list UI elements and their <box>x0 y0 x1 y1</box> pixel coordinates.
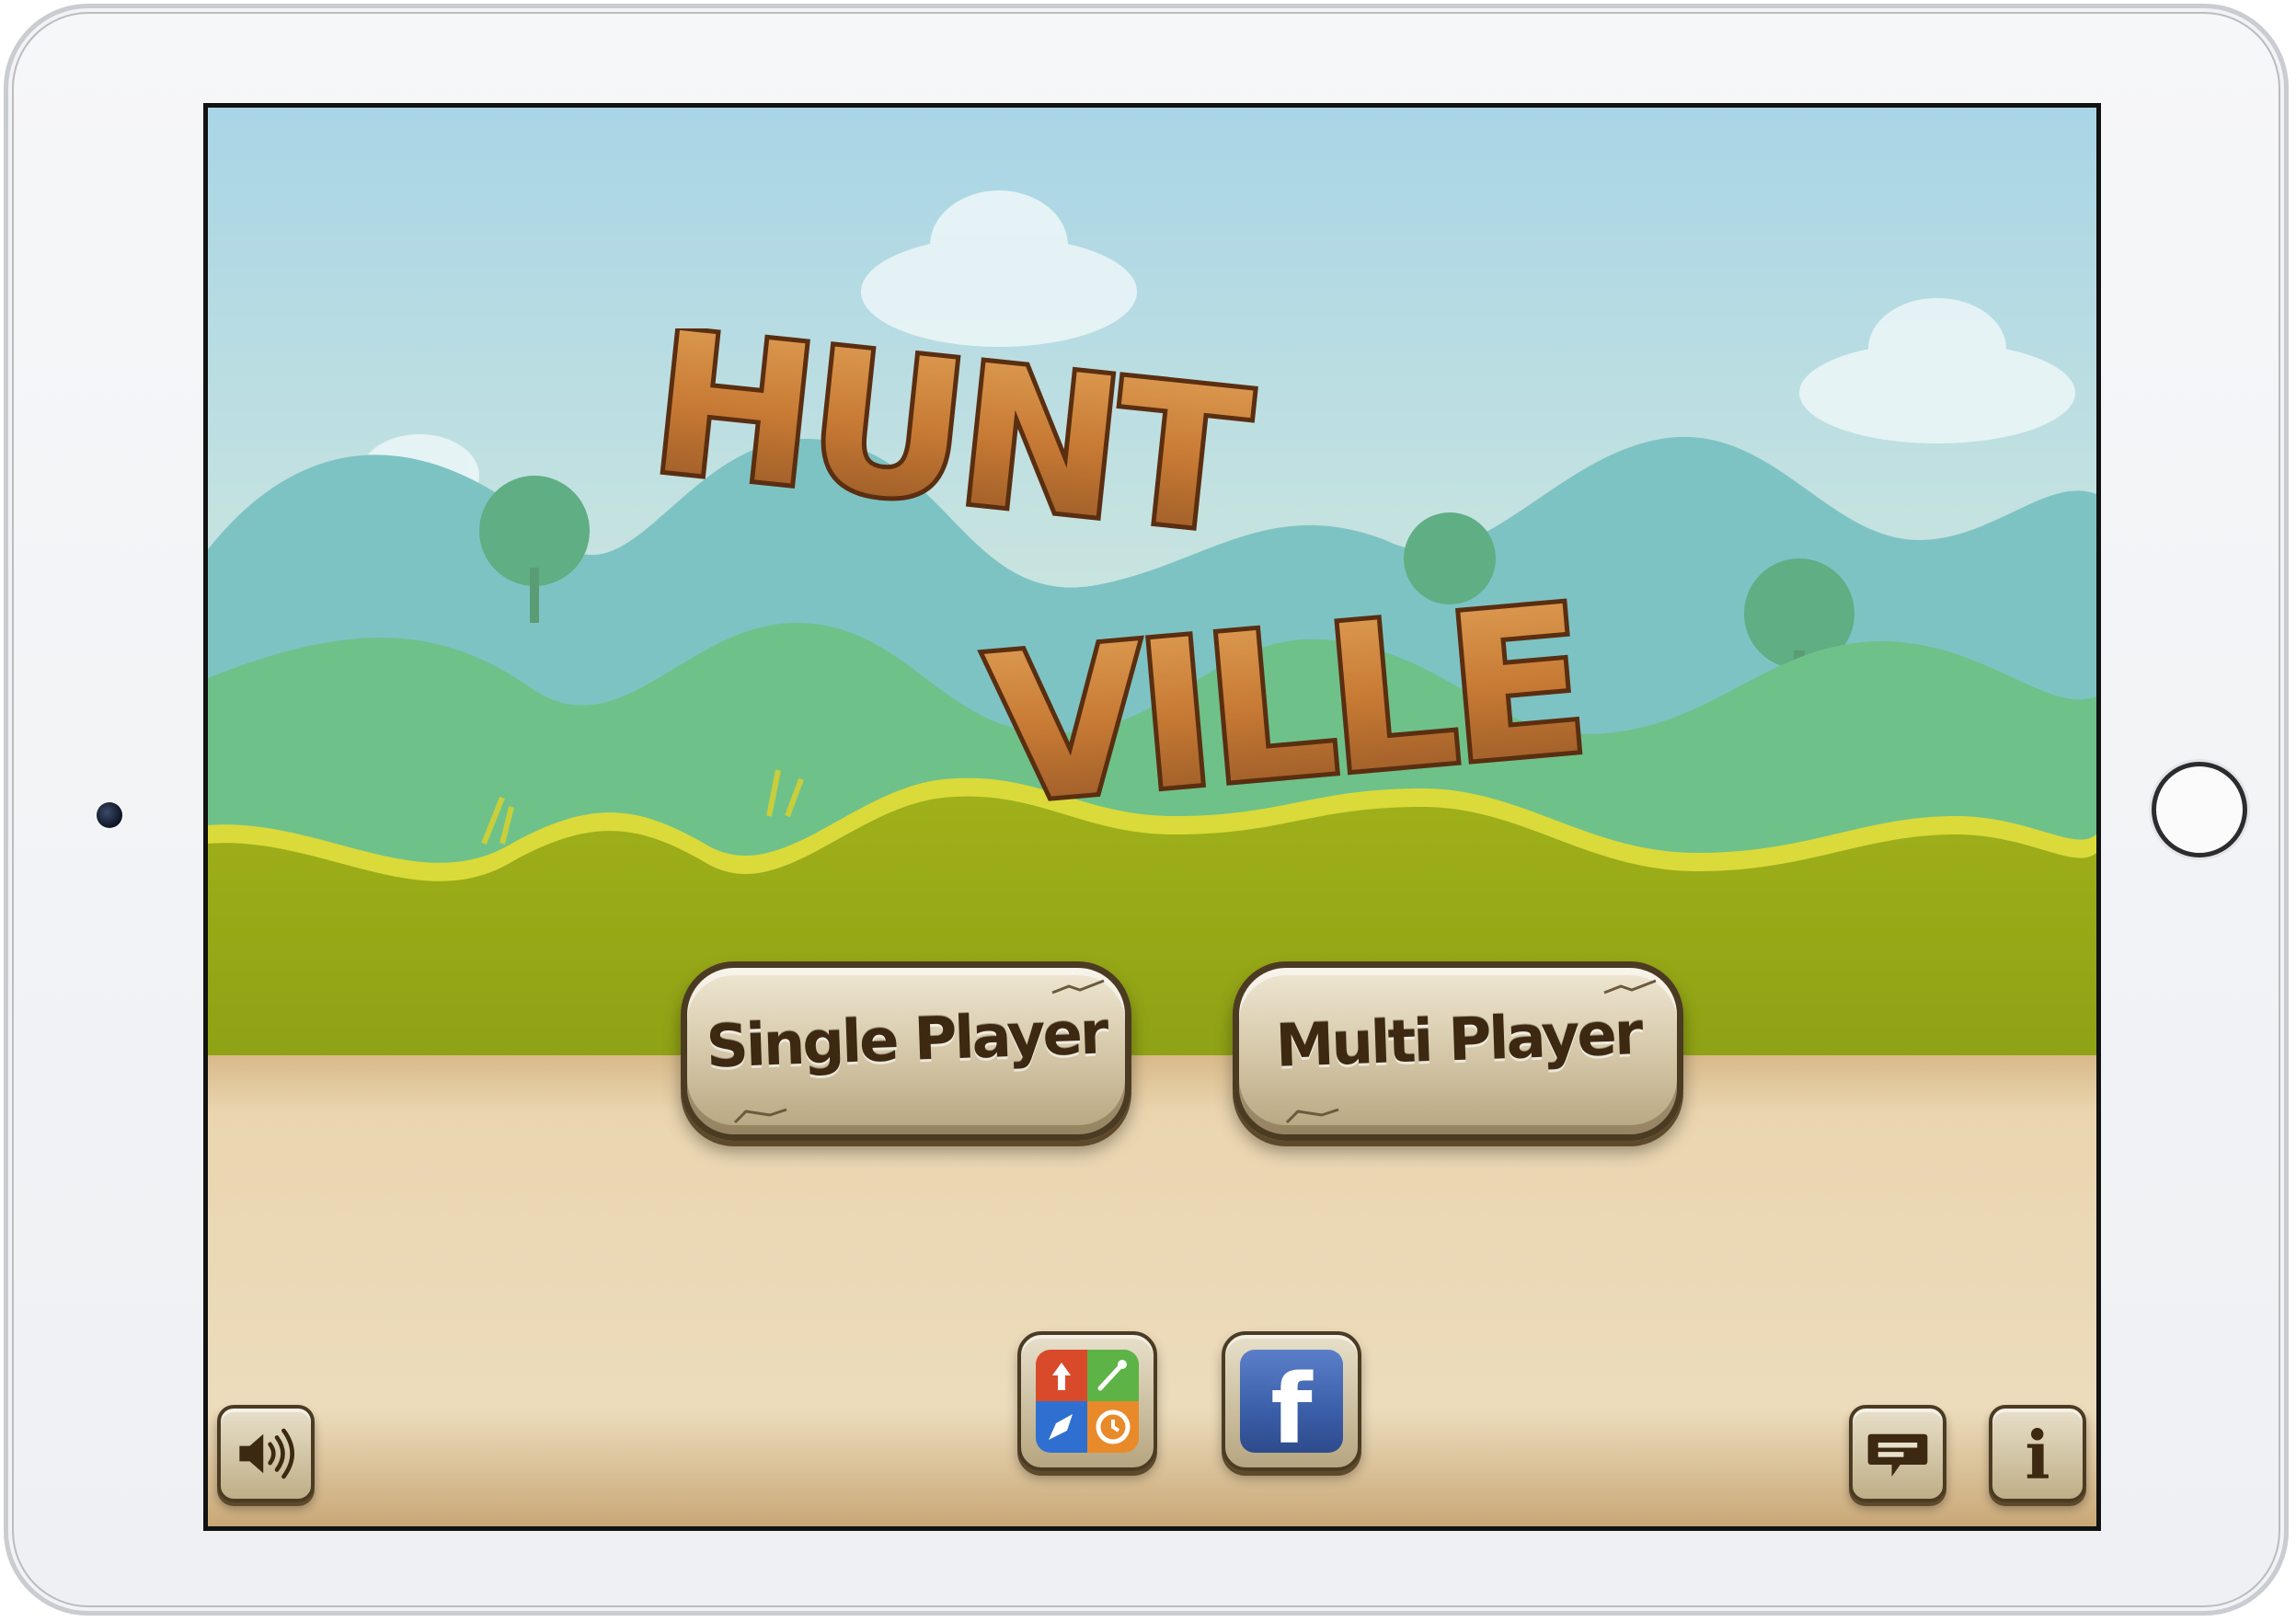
game-screen: HUNT VILLE Single Player Multi Player f … <box>203 103 2101 1531</box>
feedback-button[interactable] <box>1849 1405 1946 1502</box>
front-camera <box>97 802 122 828</box>
multi-player-button[interactable]: Multi Player <box>1233 961 1683 1141</box>
crack-decoration <box>1051 979 1105 995</box>
game-center-button[interactable] <box>1017 1331 1157 1471</box>
tablet-frame: HUNT VILLE Single Player Multi Player f … <box>4 4 2289 1616</box>
facebook-glyph: f <box>1270 1353 1313 1453</box>
sound-toggle-button[interactable] <box>217 1405 315 1502</box>
home-button[interactable] <box>2152 762 2247 857</box>
crack-decoration <box>1285 1108 1339 1124</box>
facebook-button[interactable]: f <box>1222 1331 1361 1471</box>
speaker-icon <box>239 1428 294 1479</box>
multi-player-label: Multi Player <box>1274 1000 1642 1081</box>
crack-decoration <box>1603 979 1657 995</box>
chat-bubble-icon <box>1867 1433 1928 1477</box>
crack-decoration <box>733 1108 787 1124</box>
facebook-icon: f <box>1240 1350 1343 1453</box>
game-center-icon <box>1036 1350 1139 1453</box>
info-button[interactable]: i <box>1989 1405 2086 1502</box>
single-player-button[interactable]: Single Player <box>681 961 1131 1141</box>
info-icon: i <box>2025 1416 2050 1494</box>
background-scene <box>208 108 2096 1526</box>
single-player-label: Single Player <box>705 999 1108 1082</box>
